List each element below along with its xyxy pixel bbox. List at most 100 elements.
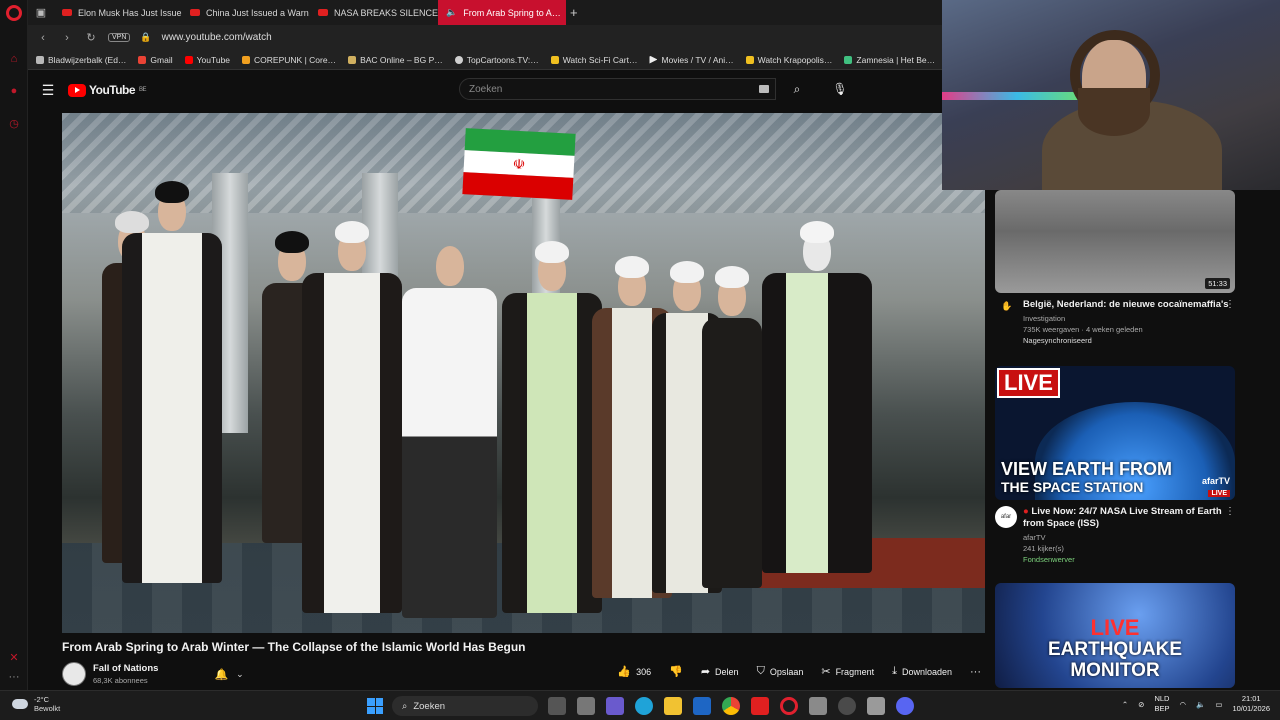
history-icon[interactable]: ◷ <box>7 116 21 130</box>
bookmark-item[interactable]: BAC Online – BG P… <box>348 55 443 65</box>
vpn-badge[interactable]: VPN <box>108 33 131 42</box>
bookmark-item[interactable]: Zamnesia | Het Be… <box>844 55 935 65</box>
clip-button[interactable]: ✂ Fragment <box>821 665 874 678</box>
share-button[interactable]: ➦ Delen <box>701 665 739 678</box>
teams-icon[interactable] <box>606 697 624 715</box>
more-icon[interactable]: ⋮ <box>1225 299 1235 310</box>
opera-icon[interactable] <box>780 697 798 715</box>
reload-icon[interactable]: ↻ <box>84 31 98 44</box>
recommendation-item[interactable]: LIVE EARTHQUAKE MONITOR <box>995 583 1237 688</box>
dubbed-badge: Nagesynchroniseerd <box>1023 336 1092 345</box>
calculator-icon[interactable] <box>809 697 827 715</box>
bookmark-item[interactable]: Movies / TV / Ani… <box>649 55 734 65</box>
bookmark-item[interactable]: Watch Sci-Fi Cart… <box>550 55 637 65</box>
youtube-app-icon[interactable] <box>751 697 769 715</box>
keyboard-icon[interactable] <box>759 85 769 93</box>
discord-icon[interactable] <box>896 697 914 715</box>
back-icon[interactable]: ‹ <box>36 32 50 44</box>
edge-icon[interactable] <box>635 697 653 715</box>
tab-1[interactable]: China Just Issued a Warn… <box>182 0 310 25</box>
bookmark-item[interactable]: YouTube <box>184 54 231 65</box>
language-indicator[interactable]: NLD BEP <box>1154 694 1169 714</box>
address-bar: ‹ › ↻ VPN 🔒 www.youtube.com/watch <box>28 25 942 50</box>
bookmark-item[interactable]: COREPUNK | Core… <box>242 55 336 65</box>
tab-2[interactable]: NASA BREAKS SILENCE o… <box>310 0 438 25</box>
channel-name[interactable]: Fall of Nations <box>93 663 158 674</box>
widgets-icon[interactable] <box>577 697 595 715</box>
chevron-down-icon[interactable]: ⌄ <box>236 669 244 680</box>
more-icon[interactable]: ··· <box>7 670 21 684</box>
new-tab-button[interactable]: + <box>570 5 578 20</box>
messenger-icon[interactable]: ● <box>7 84 21 98</box>
task-view-icon[interactable] <box>548 697 566 715</box>
figure <box>302 221 402 613</box>
video-player[interactable]: ☫ <box>62 113 985 633</box>
video-thumbnail[interactable]: 51:33 <box>995 190 1235 293</box>
voice-search-button[interactable]: 🎙 <box>828 78 852 100</box>
battery-icon[interactable]: ▭ <box>1215 700 1222 709</box>
settings-icon[interactable] <box>867 697 885 715</box>
bell-icon[interactable]: 🔔 <box>214 668 228 681</box>
bookmark-item[interactable]: Gmail <box>138 55 173 65</box>
channel-avatar[interactable] <box>62 662 86 686</box>
channel-avatar[interactable]: afar <box>995 506 1017 528</box>
recommendation-title[interactable]: ● Live Now: 24/7 NASA Live Stream of Ear… <box>1023 506 1237 530</box>
recommendation-channel[interactable]: afarTV <box>1023 532 1237 543</box>
app-icon[interactable] <box>838 697 856 715</box>
tab-menu-icon[interactable]: ▣ <box>28 0 54 25</box>
figure <box>502 241 602 613</box>
bac-icon <box>348 55 357 64</box>
bookmark-item[interactable]: Bladwijzerbalk (Ed… <box>36 55 126 65</box>
forward-icon[interactable]: › <box>60 32 74 44</box>
search-placeholder: Zoeken <box>469 83 503 95</box>
recommendation-item[interactable]: 51:33 ✋ België, Nederland: de nieuwe coc… <box>995 190 1237 346</box>
bookmark-label: Bladwijzerbalk (Ed… <box>48 54 127 65</box>
more-actions-button[interactable]: ··· <box>970 666 981 678</box>
recommendation-title[interactable]: België, Nederland: de nieuwe cocaïnemaff… <box>1023 299 1237 311</box>
volume-icon[interactable]: 🔈 <box>1196 700 1205 709</box>
taskbar-search[interactable]: ⌕ Zoeken <box>392 696 538 716</box>
share-label: Delen <box>715 666 739 677</box>
opera-logo-icon[interactable] <box>6 5 22 21</box>
bag-icon[interactable]: ⌂ <box>7 52 21 66</box>
tab-0[interactable]: Elon Musk Has Just Issue… <box>54 0 182 25</box>
save-button[interactable]: ⛉ Opslaan <box>757 665 804 678</box>
settings-icon[interactable]: ✕ <box>7 650 21 664</box>
thumbs-up-icon: 👍 <box>617 666 632 678</box>
bookmark-label: YouTube <box>196 54 231 65</box>
recommendation-item[interactable]: LIVE VIEW EARTH FROM THE SPACE STATION a… <box>995 366 1237 565</box>
region-code: BE <box>139 87 147 93</box>
youtube-logo[interactable]: YouTube BE <box>68 83 147 97</box>
url-field[interactable]: www.youtube.com/watch <box>162 32 272 43</box>
download-button[interactable]: ⤓ Downloaden <box>892 665 952 678</box>
start-button[interactable] <box>367 698 383 714</box>
video-thumbnail[interactable]: LIVE VIEW EARTH FROM THE SPACE STATION a… <box>995 366 1235 500</box>
network-icon[interactable]: ⊘ <box>1138 700 1144 709</box>
tab-label: From Arab Spring to A… <box>463 7 561 18</box>
chevron-up-icon[interactable]: ⌃ <box>1122 700 1128 709</box>
video-thumbnail[interactable]: LIVE EARTHQUAKE MONITOR <box>995 583 1235 688</box>
file-explorer-icon[interactable] <box>664 697 682 715</box>
menu-icon[interactable]: ☰ <box>28 82 68 99</box>
more-icon[interactable]: ⋮ <box>1225 506 1235 517</box>
tab-label: China Just Issued a Warn… <box>206 7 310 18</box>
wifi-icon[interactable]: ◠ <box>1179 700 1186 709</box>
save-label: Opslaan <box>769 666 804 677</box>
youtube-icon <box>184 55 193 64</box>
recommendation-channel[interactable]: Investigation <box>1023 313 1237 324</box>
outlook-icon[interactable] <box>693 697 711 715</box>
clock[interactable]: 21:01 10/01/2026 <box>1232 694 1270 714</box>
figure <box>762 221 872 573</box>
bookmark-item[interactable]: TopCartoons.TV:… <box>454 55 539 65</box>
chrome-icon[interactable] <box>722 697 740 715</box>
like-button[interactable]: 👍 306 <box>617 665 651 678</box>
lock-icon[interactable]: 🔒 <box>140 32 151 43</box>
search-button[interactable]: ⌕ <box>785 78 809 100</box>
dubbed-icon: ✋ <box>1001 301 1013 311</box>
search-input[interactable]: Zoeken <box>459 78 776 100</box>
tab-3-active[interactable]: 🔈 From Arab Spring to A… <box>438 0 566 25</box>
bookmark-item[interactable]: Watch Krapopolis… <box>745 55 832 65</box>
channel-info: Fall of Nations 68,3K abonnees <box>93 663 158 685</box>
weather-widget[interactable]: -2°C Bewolkt <box>12 695 60 713</box>
dislike-button[interactable]: 👎 <box>669 665 683 678</box>
